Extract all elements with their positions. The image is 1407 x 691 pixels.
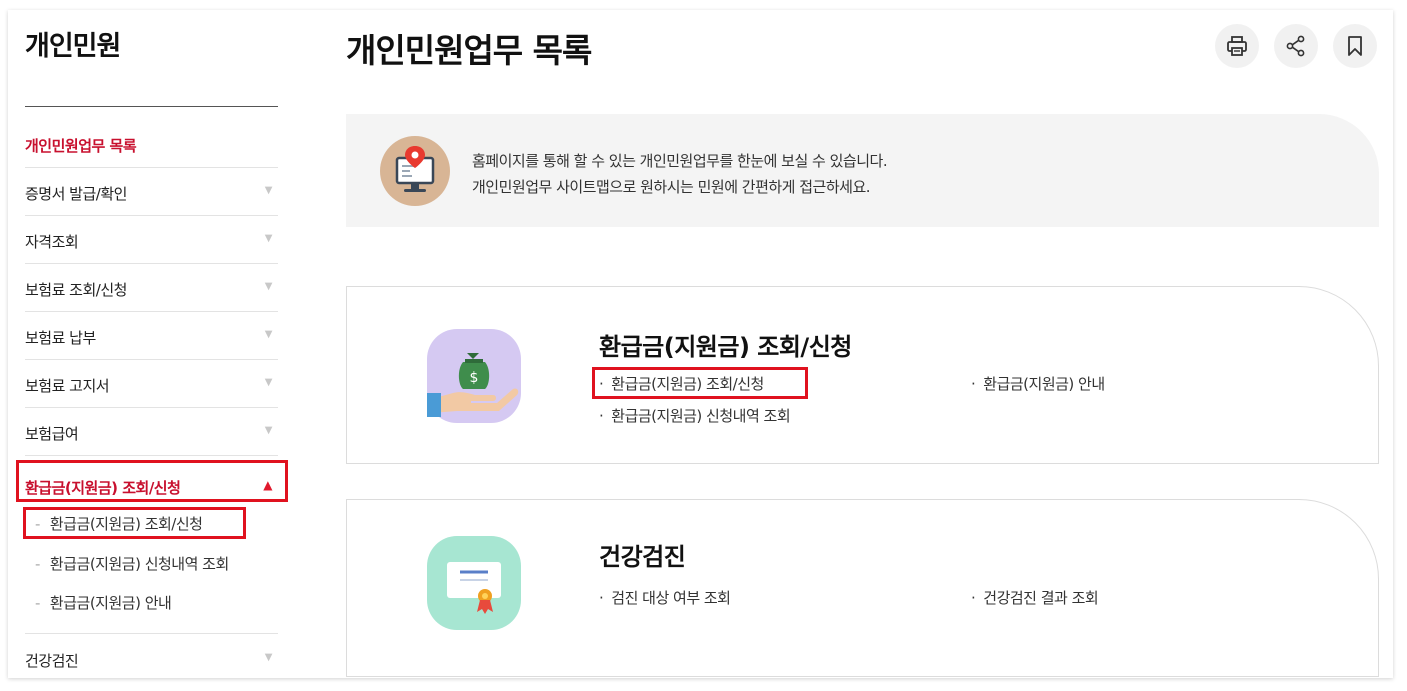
- share-button[interactable]: [1274, 24, 1318, 68]
- money-bag-icon: $: [427, 353, 519, 417]
- card-icon-box: [427, 536, 521, 630]
- bookmark-button[interactable]: [1333, 24, 1377, 68]
- card-link-refund-guide[interactable]: · 환급금(지원금) 안내: [971, 373, 1105, 394]
- service-card-refund: $ 환급금(지원금) 조회/신청 · 환급금(지원금) 조회/신청 · 환급금(지원…: [346, 286, 1379, 464]
- card-title: 환급금(지원금) 조회/신청: [599, 333, 852, 361]
- bookmark-icon: [1348, 36, 1362, 56]
- submenu-divider: [25, 633, 278, 634]
- sidebar-item-premium-payment[interactable]: 보험료 납부 ▼: [25, 312, 278, 360]
- chevron-down-icon: ▼: [264, 329, 273, 340]
- sidebar-item-certificates[interactable]: 증명서 발급/확인 ▼: [25, 168, 278, 216]
- share-icon: [1286, 35, 1305, 57]
- submenu-item-refund-history[interactable]: - 환급금(지원금) 신청내역 조회: [25, 553, 229, 574]
- sidebar-item-health-checkup[interactable]: 건강검진 ▼: [25, 635, 278, 678]
- submenu-item-refund-guide[interactable]: - 환급금(지원금) 안내: [25, 592, 172, 613]
- highlight-box: [16, 460, 288, 502]
- submenu-item-label: 환급금(지원금) 신청내역 조회: [49, 555, 229, 573]
- printer-icon: [1227, 36, 1247, 56]
- sidebar-item-label: 보험급여: [25, 425, 79, 443]
- chevron-down-icon: ▼: [264, 425, 273, 436]
- location-monitor-icon: [395, 146, 435, 192]
- card-link-checkup-results[interactable]: · 건강검진 결과 조회: [971, 587, 1099, 608]
- card-link-checkup-eligibility[interactable]: · 검진 대상 여부 조회: [599, 587, 731, 608]
- page-frame: 개인민원 개인민원업무 목록 증명서 발급/확인 ▼ 자격조회 ▼ 보험료 조회…: [8, 10, 1393, 678]
- sidebar-item-premium-inquiry[interactable]: 보험료 조회/신청 ▼: [25, 264, 278, 312]
- highlight-box: [23, 507, 246, 539]
- service-card-health-checkup: 건강검진 · 검진 대상 여부 조회 · 건강검진 결과 조회: [346, 499, 1379, 677]
- card-link-refund-history[interactable]: · 환급금(지원금) 신청내역 조회: [599, 405, 791, 426]
- info-icon-circle: [380, 136, 450, 206]
- highlight-box: [592, 367, 808, 399]
- submenu-item-label: 환급금(지원금) 안내: [49, 594, 172, 612]
- sidebar-item-label: 보험료 조회/신청: [25, 281, 127, 299]
- sidebar-item-label: 건강검진: [25, 652, 79, 670]
- sidebar-divider: [25, 106, 278, 107]
- card-title: 건강검진: [599, 543, 686, 571]
- chevron-down-icon: ▼: [264, 233, 273, 244]
- svg-text:$: $: [470, 370, 479, 386]
- chevron-down-icon: ▼: [264, 652, 273, 663]
- chevron-down-icon: ▼: [264, 185, 273, 196]
- sidebar-item-label: 개인민원업무 목록: [25, 137, 137, 155]
- sidebar-item-label: 보험료 고지서: [25, 377, 110, 395]
- sidebar-item-eligibility[interactable]: 자격조회 ▼: [25, 216, 278, 264]
- sidebar-title: 개인민원: [25, 31, 121, 62]
- sidebar-item-premium-notice[interactable]: 보험료 고지서 ▼: [25, 360, 278, 408]
- sidebar-item-benefits[interactable]: 보험급여 ▼: [25, 408, 278, 456]
- sidebar-item-list[interactable]: 개인민원업무 목록: [25, 120, 278, 168]
- info-banner: 홈페이지를 통해 할 수 있는 개인민원업무를 한눈에 보실 수 있습니다. 개…: [346, 114, 1379, 227]
- chevron-down-icon: ▼: [264, 281, 273, 292]
- card-icon-box: $: [427, 329, 521, 423]
- print-button[interactable]: [1215, 24, 1259, 68]
- info-text-line-2: 개인민원업무 사이트맵으로 원하시는 민원에 간편하게 접근하세요.: [472, 178, 871, 196]
- info-text-line-1: 홈페이지를 통해 할 수 있는 개인민원업무를 한눈에 보실 수 있습니다.: [472, 152, 888, 170]
- sidebar-item-label: 증명서 발급/확인: [25, 185, 127, 203]
- page-title: 개인민원업무 목록: [346, 31, 592, 70]
- sidebar-item-label: 보험료 납부: [25, 329, 96, 347]
- sidebar-item-label: 자격조회: [25, 233, 79, 251]
- chevron-down-icon: ▼: [264, 377, 273, 388]
- certificate-icon: [447, 562, 501, 614]
